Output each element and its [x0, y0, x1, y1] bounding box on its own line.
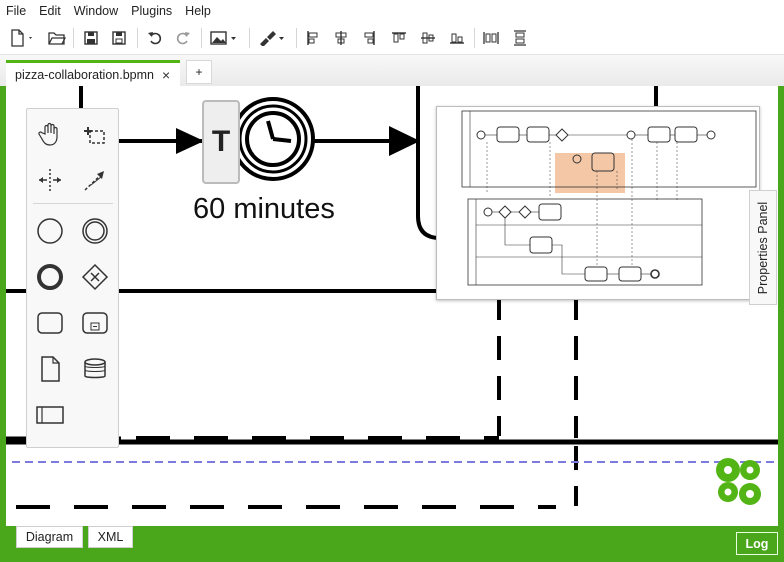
save-button[interactable] [80, 26, 102, 50]
timer-label: 60 minutes [193, 193, 335, 225]
toolbar-separator [296, 28, 297, 48]
toolbar-separator [474, 28, 475, 48]
pool-icon[interactable] [30, 395, 70, 435]
align-bottom-icon[interactable] [446, 26, 468, 50]
align-middle-icon[interactable] [417, 26, 439, 50]
properties-panel-label: Properties Panel [756, 201, 770, 294]
toolbar-separator [73, 28, 74, 48]
align-left-icon[interactable] [302, 26, 324, 50]
timer-event-icon [231, 97, 315, 181]
export-image-button[interactable] [208, 26, 242, 50]
toolbar-separator [201, 28, 202, 48]
properties-panel-toggle[interactable]: Properties Panel [749, 190, 777, 305]
tab-pizza-collaboration[interactable]: pizza-collaboration.bpmn × [6, 60, 180, 86]
distribute-horizontal-icon[interactable] [480, 26, 502, 50]
menu-file[interactable]: File [0, 0, 33, 22]
palette-separator [33, 203, 113, 204]
log-button[interactable]: Log [736, 532, 778, 555]
intermediate-event-icon[interactable] [75, 211, 115, 251]
toolbar-separator [249, 28, 250, 48]
align-top-icon[interactable] [388, 26, 410, 50]
start-event-icon[interactable] [30, 211, 70, 251]
task-icon[interactable] [30, 303, 70, 343]
close-icon[interactable]: × [162, 67, 170, 83]
bpmn-gear-logo-icon [716, 458, 761, 505]
menu-edit[interactable]: Edit [33, 0, 68, 22]
undo-button[interactable] [144, 26, 166, 50]
end-event-icon[interactable] [30, 257, 70, 297]
tool-palette [26, 108, 119, 448]
open-file-button[interactable] [46, 26, 68, 50]
connect-tool-icon[interactable] [75, 160, 115, 200]
tab-strip: pizza-collaboration.bpmn × + [0, 55, 784, 86]
subprocess-icon[interactable] [75, 303, 115, 343]
minimap[interactable] [436, 106, 760, 300]
lasso-tool-icon[interactable] [75, 114, 115, 154]
menu-help[interactable]: Help [179, 0, 218, 22]
tab-label: pizza-collaboration.bpmn [15, 67, 154, 82]
gateway-icon[interactable] [75, 257, 115, 297]
data-object-icon[interactable] [30, 349, 70, 389]
data-store-icon[interactable] [75, 349, 115, 389]
save-as-button[interactable] [108, 26, 130, 50]
redo-button[interactable] [172, 26, 194, 50]
space-tool-icon[interactable] [30, 160, 70, 200]
menu-window[interactable]: Window [68, 0, 125, 22]
menu-plugins[interactable]: Plugins [125, 0, 179, 22]
color-picker-button[interactable] [256, 26, 288, 50]
toolbar-separator [137, 28, 138, 48]
xml-view-button[interactable]: XML [88, 526, 133, 548]
hand-tool-icon[interactable] [30, 114, 70, 154]
toolbar [0, 22, 784, 55]
add-tab-button[interactable]: + [186, 60, 212, 84]
menu-bar: File Edit Window Plugins Help [0, 0, 784, 22]
new-file-button[interactable] [8, 26, 36, 50]
align-center-icon[interactable] [330, 26, 352, 50]
diagram-view-button[interactable]: Diagram [16, 526, 83, 548]
align-right-icon[interactable] [358, 26, 380, 50]
distribute-vertical-icon[interactable] [509, 26, 531, 50]
text-annotation-tool[interactable]: T [202, 100, 240, 184]
